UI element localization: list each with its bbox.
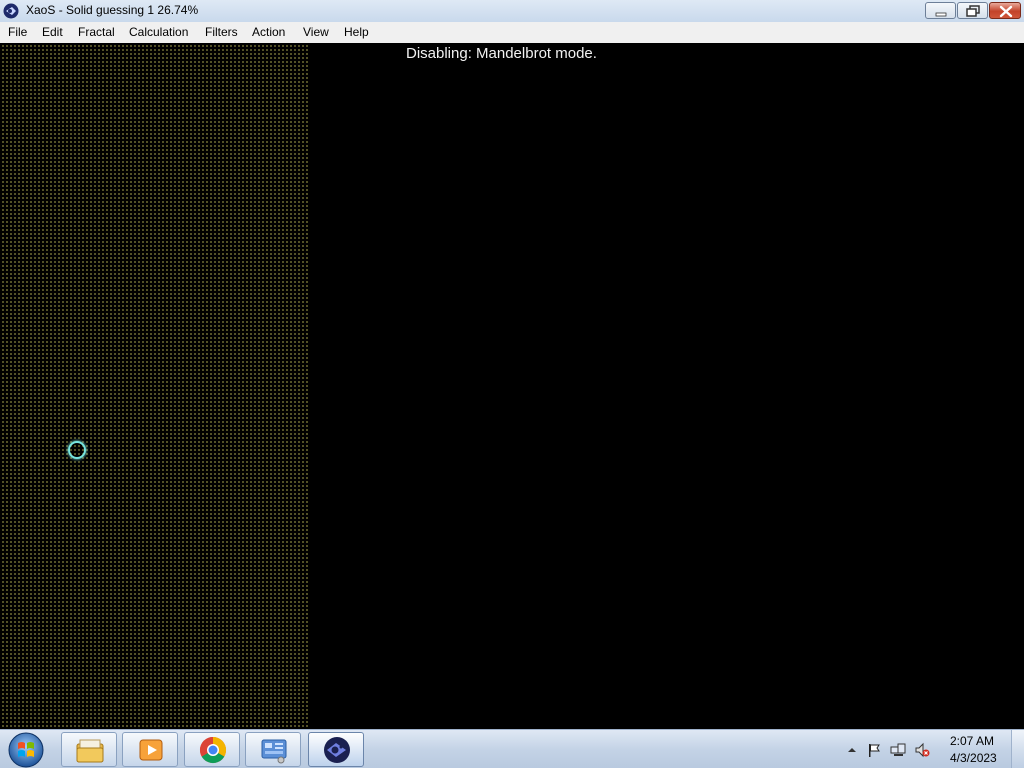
- busy-cursor-icon: [68, 441, 86, 459]
- taskbar: 2:07 AM 4/3/2023: [0, 729, 1024, 768]
- xaos-icon: [324, 737, 350, 763]
- network-icon[interactable]: [890, 742, 906, 758]
- volume-muted-icon[interactable]: [914, 742, 930, 758]
- menu-bar: File Edit Fractal Calculation Filters Ac…: [0, 22, 1024, 44]
- taskbar-chrome[interactable]: [184, 732, 240, 767]
- clock-date[interactable]: 4/3/2023: [950, 751, 997, 765]
- menu-view[interactable]: View: [303, 25, 329, 39]
- menu-fractal[interactable]: Fractal: [78, 25, 115, 39]
- xaos-icon: [3, 3, 19, 19]
- restore-icon: [966, 5, 980, 17]
- minimize-button[interactable]: [925, 2, 956, 19]
- fractal-canvas[interactable]: Disabling: Mandelbrot mode.: [0, 43, 1024, 729]
- window-title: XaoS - Solid guessing 1 26.74%: [26, 3, 199, 17]
- menu-calculation[interactable]: Calculation: [129, 25, 188, 39]
- control-panel-icon: [261, 739, 287, 764]
- close-icon: [999, 5, 1013, 18]
- status-message: Disabling: Mandelbrot mode.: [406, 45, 597, 62]
- taskbar-explorer[interactable]: [61, 732, 117, 767]
- close-button[interactable]: [989, 2, 1021, 19]
- minimize-icon: [935, 12, 947, 17]
- start-button[interactable]: [6, 731, 46, 768]
- file-explorer-icon: [76, 739, 104, 763]
- taskbar-control-panel[interactable]: [245, 732, 301, 767]
- menu-edit[interactable]: Edit: [42, 25, 63, 39]
- desktop: XaoS - Solid guessing 1 26.74% File Edit…: [0, 0, 1024, 768]
- action-center-flag-icon[interactable]: [866, 742, 882, 758]
- rendered-region: [0, 43, 308, 729]
- restore-button[interactable]: [957, 2, 988, 19]
- menu-help[interactable]: Help: [344, 25, 369, 39]
- clock-time[interactable]: 2:07 AM: [950, 734, 994, 748]
- taskbar-xaos[interactable]: [308, 732, 364, 767]
- menu-action[interactable]: Action: [252, 25, 285, 39]
- menu-file[interactable]: File: [8, 25, 27, 39]
- show-hidden-icons-arrow[interactable]: [844, 742, 860, 758]
- show-desktop-button[interactable]: [1011, 730, 1024, 768]
- title-bar[interactable]: XaoS - Solid guessing 1 26.74%: [0, 0, 1024, 23]
- taskbar-media-player[interactable]: [122, 732, 178, 767]
- media-player-icon: [139, 739, 163, 761]
- chrome-icon: [199, 736, 227, 764]
- system-tray: [840, 730, 940, 768]
- menu-filters[interactable]: Filters: [205, 25, 238, 39]
- windows-start-icon: [8, 732, 44, 768]
